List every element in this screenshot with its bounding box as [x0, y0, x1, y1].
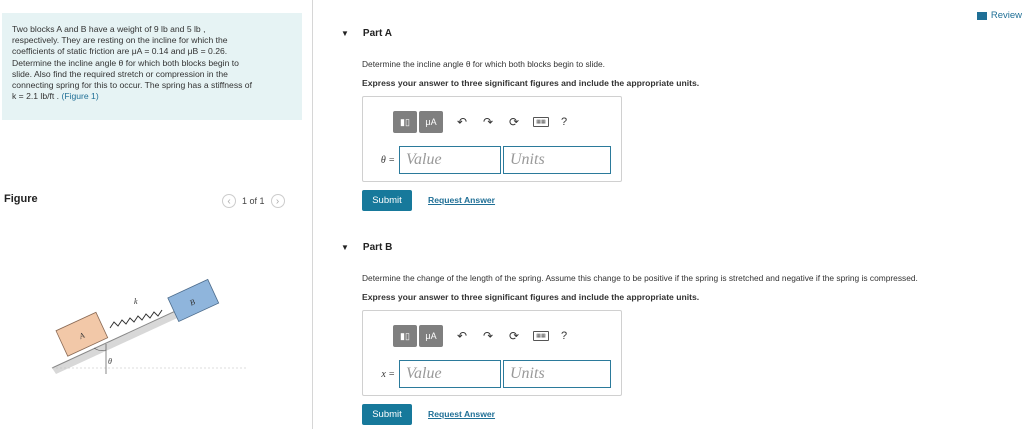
part-b-variable: x =: [381, 368, 395, 380]
part-a-request-answer-link[interactable]: Request Answer: [428, 195, 495, 205]
review-label: Review: [990, 10, 1022, 21]
problem-line-4: Determine the incline angle θ for which …: [12, 57, 239, 68]
figure-pager: ‹ 1 of 1 ›: [222, 194, 285, 208]
templates-button[interactable]: ▮▯: [393, 325, 417, 347]
mu-symbol-label: μA: [425, 331, 437, 341]
left-panel: Two blocks A and B have a weight of 9 lb…: [0, 0, 313, 429]
part-b-express: Express your answer to three significant…: [362, 292, 700, 302]
part-a-equation-row: θ = Value Units: [369, 146, 611, 174]
help-icon[interactable]: ?: [561, 116, 567, 128]
part-a-title: Part A: [362, 28, 393, 39]
reset-icon[interactable]: ⟳: [507, 329, 521, 343]
keyboard-icon[interactable]: ▦▦: [533, 117, 549, 127]
part-b-equation-row: x = Value Units: [369, 360, 611, 388]
part-b-value-input[interactable]: Value: [399, 360, 501, 388]
part-a-header[interactable]: ▼ Part A: [341, 28, 392, 39]
part-a-express: Express your answer to three significant…: [362, 78, 700, 88]
part-b-toolbar: ▮▯ μA ↶ ↷ ⟳ ▦▦ ?: [393, 325, 567, 347]
part-a-instruction: Determine the incline angle θ for which …: [362, 59, 606, 69]
collapse-triangle-icon: ▼: [341, 29, 349, 38]
problem-line-7: k = 2.1 lb/ft .: [12, 91, 60, 102]
templates-icon: ▮▯: [400, 116, 410, 127]
problem-statement: Two blocks A and B have a weight of 9 lb…: [2, 13, 302, 120]
redo-icon[interactable]: ↷: [481, 115, 495, 129]
part-b-request-answer-link[interactable]: Request Answer: [428, 409, 495, 419]
problem-line-5: slide. Also find the required stretch or…: [12, 68, 228, 79]
mu-symbol-label: μA: [425, 117, 437, 127]
part-b-header[interactable]: ▼ Part B: [341, 242, 392, 253]
review-link[interactable]: Review: [976, 10, 1022, 21]
problem-line-1: Two blocks A and B have a weight of 9 lb…: [12, 24, 206, 34]
part-a-variable: θ =: [380, 154, 395, 166]
part-b-submit-button[interactable]: Submit: [362, 404, 412, 425]
part-a-toolbar: ▮▯ μA ↶ ↷ ⟳ ▦▦ ?: [393, 111, 567, 133]
units-symbols-button[interactable]: μA: [419, 325, 443, 347]
next-figure-button[interactable]: ›: [270, 194, 285, 208]
problem-line-2: respectively. They are resting on the in…: [12, 35, 228, 46]
figure-page-count: 1 of 1: [242, 196, 265, 206]
chevron-left-icon: ‹: [227, 195, 231, 207]
templates-icon: ▮▯: [400, 330, 410, 341]
problem-line-6: connecting spring for this to occur. The…: [12, 80, 252, 91]
part-b-answer-box: ▮▯ μA ↶ ↷ ⟳ ▦▦ ? x = Value Units: [362, 310, 622, 396]
collapse-triangle-icon: ▼: [341, 243, 349, 252]
units-symbols-button[interactable]: μA: [419, 111, 443, 133]
figure-title: Figure: [4, 193, 38, 205]
chevron-right-icon: ›: [275, 195, 280, 207]
part-a-value-input[interactable]: Value: [399, 146, 501, 174]
spring-k-label: k: [134, 297, 138, 306]
part-a-submit-button[interactable]: Submit: [362, 190, 412, 211]
prev-figure-button[interactable]: ‹: [222, 194, 236, 208]
part-b-title: Part B: [362, 242, 393, 253]
part-a-answer-box: ▮▯ μA ↶ ↷ ⟳ ▦▦ ? θ = Value Units: [362, 96, 622, 182]
incline-figure: θ A k B: [51, 278, 248, 374]
templates-button[interactable]: ▮▯: [393, 111, 417, 133]
part-b-instruction: Determine the change of the length of th…: [362, 273, 918, 283]
undo-icon[interactable]: ↶: [455, 115, 469, 129]
help-icon[interactable]: ?: [561, 330, 567, 342]
review-icon: [976, 11, 987, 20]
theta-label: θ: [108, 357, 112, 366]
part-a-units-input[interactable]: Units: [503, 146, 611, 174]
figure-link[interactable]: (Figure 1): [61, 91, 98, 101]
redo-icon[interactable]: ↷: [481, 329, 495, 343]
block-b: B: [167, 278, 220, 323]
undo-icon[interactable]: ↶: [455, 329, 469, 343]
problem-line-3: coefficients of static friction are μA =…: [12, 46, 228, 57]
part-b-units-input[interactable]: Units: [503, 360, 611, 388]
reset-icon[interactable]: ⟳: [507, 115, 521, 129]
keyboard-icon[interactable]: ▦▦: [533, 331, 549, 341]
